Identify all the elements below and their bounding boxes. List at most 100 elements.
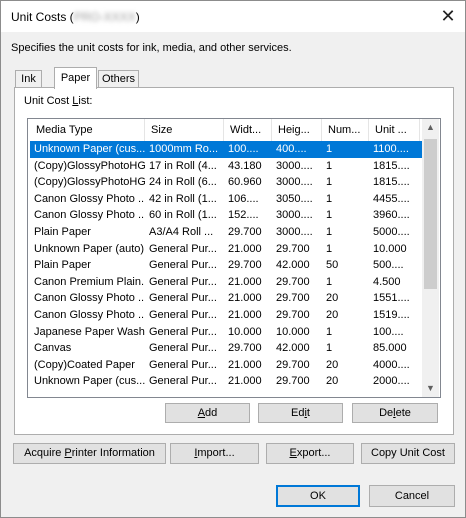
acquire-printer-information-button[interactable]: Acquire Printer Information	[13, 443, 166, 464]
cell-size: General Pur...	[149, 292, 217, 305]
cell-height: 29.700	[276, 275, 310, 288]
table-row[interactable]: Japanese Paper Washi General Pur... 10.000…	[30, 324, 422, 341]
cell-num: 1	[326, 342, 333, 355]
cell-media-type: Plain Paper	[34, 225, 91, 238]
window-title-text: Unit Costs (	[11, 10, 74, 24]
cell-num: 20	[326, 292, 339, 305]
cell-num: 20	[326, 375, 339, 388]
table-row[interactable]: Unknown Paper (auto) General Pur... 21.000…	[30, 241, 422, 258]
cell-media-type: Canon Glossy Photo ...	[34, 292, 145, 305]
cell-height: 29.700	[276, 292, 310, 305]
table-row[interactable]: Canvas General Pur... 29.700 42.000 1 85.000	[30, 340, 422, 357]
cell-width: 29.700	[228, 342, 262, 355]
cell-unit-cost: 4455....	[373, 192, 410, 205]
table-row[interactable]: Plain Paper A3/A4 Roll ... 29.700 3000.... 1…	[30, 224, 422, 241]
table-row[interactable]: Plain Paper General Pur... 29.700 42.000 50 5…	[30, 257, 422, 274]
delete-button[interactable]: Delete	[352, 403, 438, 423]
table-row[interactable]: Unknown Paper (cus... General Pur... 21.00…	[30, 373, 422, 390]
cell-num: 1	[326, 242, 333, 255]
table-row[interactable]: Canon Premium Plain... General Pur... 21.0…	[30, 274, 422, 291]
cell-width: 106....	[228, 192, 259, 205]
cell-height: 42.000	[276, 342, 310, 355]
cell-unit-cost: 2000....	[373, 375, 410, 388]
cell-size: General Pur...	[149, 325, 217, 338]
cell-unit-cost: 4.500	[373, 275, 401, 288]
cell-width: 100....	[228, 143, 259, 155]
cell-num: 50	[326, 259, 339, 272]
copy-unit-cost-button[interactable]: Copy Unit Cost	[361, 443, 455, 464]
column-header-size[interactable]: Size	[145, 119, 224, 141]
table-row[interactable]: Unknown Paper (cus... 1000mm Ro... 100....…	[30, 141, 422, 158]
cell-height: 29.700	[276, 308, 310, 321]
cell-width: 60.960	[228, 176, 262, 189]
tab-paper[interactable]: Paper	[54, 67, 97, 89]
cell-unit-cost: 3960....	[373, 209, 410, 222]
cell-unit-cost: 500....	[373, 259, 404, 272]
cell-num: 1	[326, 225, 333, 238]
vertical-scrollbar[interactable]: ▲ ▼	[422, 119, 439, 397]
cell-height: 29.700	[276, 375, 310, 388]
table-row[interactable]: Canon Glossy Photo ... 60 in Roll (1... 15…	[30, 207, 422, 224]
column-header-num[interactable]: Num...	[322, 119, 369, 141]
ok-button[interactable]: OK	[276, 485, 360, 507]
cell-height: 29.700	[276, 358, 310, 371]
cell-height: 3050....	[276, 192, 313, 205]
redacted-printer-name: PRO-XXXX	[73, 10, 136, 24]
table-row[interactable]: Canon Glossy Photo ... General Pur... 21.0…	[30, 290, 422, 307]
cancel-button[interactable]: Cancel	[369, 485, 455, 507]
cell-size: General Pur...	[149, 275, 217, 288]
list-header: Media Type Size Widt... Heig... Num... Unit .…	[28, 119, 420, 141]
add-button[interactable]: Add	[165, 403, 250, 423]
cell-height: 29.700	[276, 242, 310, 255]
cell-width: 21.000	[228, 275, 262, 288]
table-row[interactable]: Canon Glossy Photo ... 42 in Roll (1... 10…	[30, 191, 422, 208]
export-button[interactable]: Export...	[266, 443, 354, 464]
unit-cost-list-label: Unit Cost List:	[24, 95, 93, 107]
cell-width: 21.000	[228, 375, 262, 388]
cell-height: 400....	[276, 143, 307, 155]
cell-size: 42 in Roll (1...	[149, 192, 217, 205]
cell-media-type: Canon Glossy Photo ...	[34, 209, 145, 222]
cell-size: 1000mm Ro...	[149, 143, 219, 155]
cell-height: 3000....	[276, 209, 313, 222]
cell-width: 29.700	[228, 259, 262, 272]
unit-costs-dialog: Unit Costs (PRO-XXXX) ✕ Specifies the un…	[0, 0, 466, 518]
unit-cost-list[interactable]: Media Type Size Widt... Heig... Num... Unit .…	[27, 118, 441, 398]
column-header-media-type[interactable]: Media Type	[28, 119, 145, 141]
cell-media-type: Unknown Paper (auto)	[34, 242, 145, 255]
cell-size: General Pur...	[149, 259, 217, 272]
dialog-description: Specifies the unit costs for ink, media,…	[11, 42, 292, 54]
close-icon[interactable]: ✕	[435, 4, 461, 28]
edit-button[interactable]: Edit	[258, 403, 343, 423]
cell-height: 3000....	[276, 176, 313, 189]
cell-media-type: Plain Paper	[34, 259, 91, 272]
table-row[interactable]: (Copy)Coated Paper General Pur... 21.000 29…	[30, 357, 422, 374]
cell-width: 21.000	[228, 358, 262, 371]
cell-unit-cost: 10.000	[373, 242, 407, 255]
window-title: Unit Costs (PRO-XXXX)	[11, 10, 140, 24]
tab-others[interactable]: Others	[98, 70, 139, 88]
scroll-up-icon[interactable]: ▲	[422, 119, 439, 136]
scroll-thumb[interactable]	[424, 139, 437, 289]
import-button[interactable]: Import...	[170, 443, 259, 464]
table-row[interactable]: Canon Glossy Photo ... General Pur... 21.0…	[30, 307, 422, 324]
scroll-down-icon[interactable]: ▼	[422, 380, 439, 397]
cell-width: 21.000	[228, 308, 262, 321]
table-row[interactable]: (Copy)GlossyPhotoHG1 17 in Roll (4... 43.1…	[30, 158, 422, 175]
column-header-width[interactable]: Widt...	[224, 119, 272, 141]
cell-width: 21.000	[228, 292, 262, 305]
cell-unit-cost: 1551....	[373, 292, 410, 305]
cell-media-type: Canon Glossy Photo ...	[34, 308, 145, 321]
cell-unit-cost: 1100....	[373, 143, 409, 155]
cell-size: General Pur...	[149, 375, 217, 388]
table-row[interactable]: (Copy)GlossyPhotoHG1 24 in Roll (6... 60.9…	[30, 174, 422, 191]
cell-media-type: Canon Glossy Photo ...	[34, 192, 145, 205]
cell-unit-cost: 4000....	[373, 358, 410, 371]
column-header-unit-cost[interactable]: Unit ...	[369, 119, 420, 141]
cell-media-type: (Copy)GlossyPhotoHG1	[34, 176, 145, 189]
cell-width: 152....	[228, 209, 259, 222]
cell-media-type: Japanese Paper Washi	[34, 325, 145, 338]
cell-num: 1	[326, 143, 333, 155]
column-header-height[interactable]: Heig...	[272, 119, 322, 141]
tab-ink[interactable]: Ink	[15, 70, 42, 88]
